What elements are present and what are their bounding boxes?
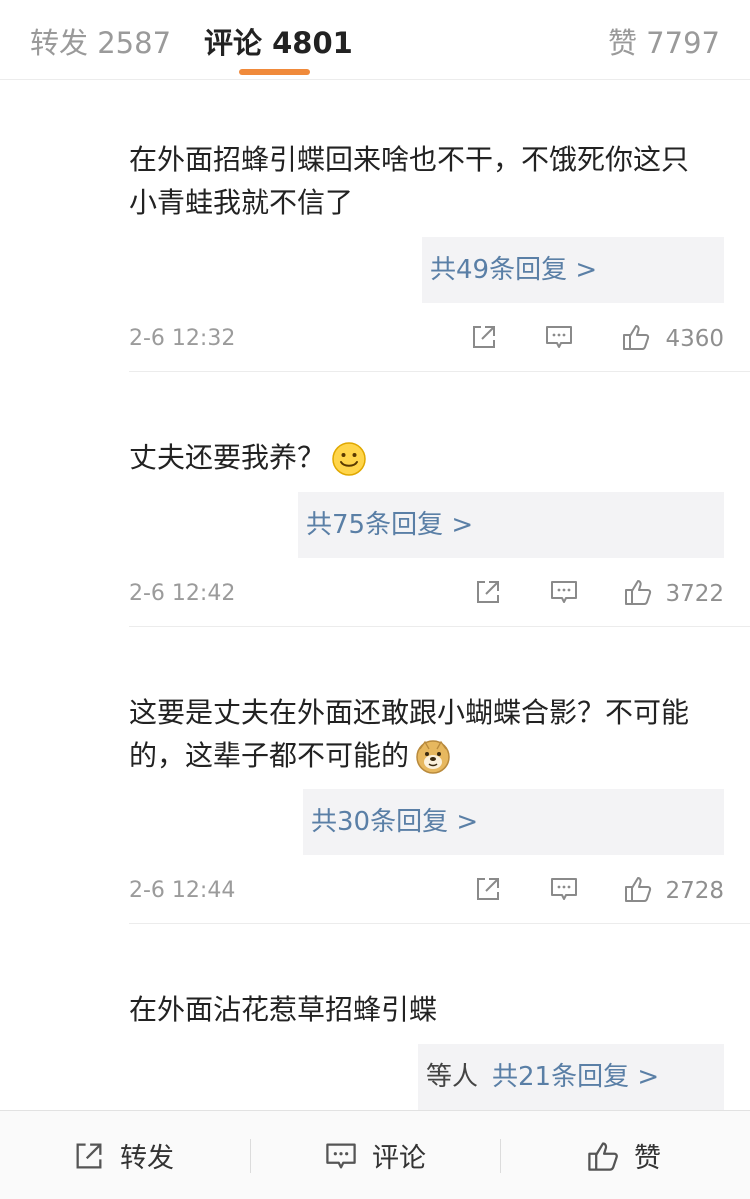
thumbs-up-icon[interactable] bbox=[623, 874, 653, 904]
share-icon[interactable] bbox=[473, 874, 503, 904]
thumbs-up-icon[interactable] bbox=[621, 322, 651, 352]
comment-text-body: 丈夫还要我养？ bbox=[129, 441, 326, 474]
tab-likes[interactable]: 赞 7797 bbox=[608, 20, 720, 62]
smile-emoji-icon bbox=[332, 442, 366, 476]
comment-icon bbox=[326, 1143, 356, 1168]
share-icon bbox=[76, 1143, 102, 1168]
reply-prefix: 等人 bbox=[426, 1062, 479, 1092]
comment-item: 丈夫还要我养？ 共75条回复 > 2-6 12:42 3722 bbox=[0, 372, 750, 627]
comment-time: 2-6 12:42 bbox=[129, 581, 236, 606]
comment-text: 在外面招蜂引蝶回来啥也不干，不饿死你这只小青蛙我就不信了 bbox=[129, 143, 690, 219]
share-icon[interactable] bbox=[473, 577, 503, 607]
bottom-action-bar: 转发 评论 赞 bbox=[0, 1110, 750, 1199]
comment-item: 在外面招蜂引蝶回来啥也不干，不饿死你这只小青蛙我就不信了 共49条回复 > 2-… bbox=[0, 80, 750, 372]
repost-label: 转发 bbox=[120, 1143, 174, 1174]
comment-time: 2-6 12:32 bbox=[129, 326, 236, 351]
reply-count-label: 共30条回复 > bbox=[311, 807, 479, 837]
comment-meta: 2-6 12:32 4360 bbox=[129, 318, 724, 358]
comment-icon[interactable] bbox=[549, 874, 579, 904]
reply-count-link[interactable]: 共30条回复 > bbox=[303, 789, 724, 855]
comment-time: 2-6 12:44 bbox=[129, 878, 236, 903]
like-count: 3722 bbox=[665, 581, 724, 607]
comment-label: 评论 bbox=[372, 1143, 426, 1174]
like-count: 4360 bbox=[665, 326, 724, 352]
reply-count-link[interactable]: 共75条回复 > bbox=[298, 492, 724, 558]
doge-emoji-icon bbox=[416, 740, 450, 774]
active-tab-indicator bbox=[239, 69, 310, 75]
reply-count-label: 共75条回复 > bbox=[306, 510, 474, 540]
divider bbox=[500, 1139, 501, 1173]
divider bbox=[250, 1139, 251, 1173]
reply-count-link[interactable]: 等人 共21条回复 > bbox=[418, 1044, 724, 1110]
like-button[interactable]: 赞 bbox=[586, 1111, 661, 1199]
comment-meta: 2-6 12:42 3722 bbox=[129, 573, 724, 613]
comment-icon[interactable] bbox=[549, 577, 579, 607]
reply-count-label: 共49条回复 > bbox=[430, 255, 598, 285]
tab-repost[interactable]: 转发 2587 bbox=[30, 20, 171, 62]
comment-button[interactable]: 评论 bbox=[324, 1111, 426, 1199]
comment-text-body: 这要是丈夫在外面还敢跟小蝴蝶合影？不可能的，这辈子都不可能的 bbox=[129, 696, 690, 772]
tab-comments[interactable]: 评论 4801 bbox=[204, 20, 353, 62]
comment-item: 这要是丈夫在外面还敢跟小蝴蝶合影？不可能的，这辈子都不可能的 共30条回复 > … bbox=[0, 627, 750, 924]
like-label: 赞 bbox=[634, 1143, 661, 1174]
share-icon[interactable] bbox=[469, 322, 499, 352]
comment-text: 在外面沾花惹草招蜂引蝶 bbox=[129, 993, 438, 1026]
comment-item: 在外面沾花惹草招蜂引蝶 等人 共21条回复 > bbox=[0, 924, 750, 1110]
thumbs-up-icon bbox=[588, 1141, 618, 1171]
like-count: 2728 bbox=[665, 878, 724, 904]
comment-icon[interactable] bbox=[544, 322, 574, 352]
reply-count-link[interactable]: 共49条回复 > bbox=[422, 237, 724, 303]
comment-meta: 2-6 12:44 2728 bbox=[129, 870, 724, 910]
thumbs-up-icon[interactable] bbox=[623, 577, 653, 607]
reply-count-label: 共21条回复 > bbox=[492, 1062, 660, 1092]
comment-text: 这要是丈夫在外面还敢跟小蝴蝶合影？不可能的，这辈子都不可能的 bbox=[129, 691, 714, 777]
comment-text: 丈夫还要我养？ bbox=[129, 436, 714, 479]
comment-tabs: 转发 2587 评论 4801 赞 7797 bbox=[0, 0, 750, 80]
repost-button[interactable]: 转发 bbox=[72, 1111, 174, 1199]
